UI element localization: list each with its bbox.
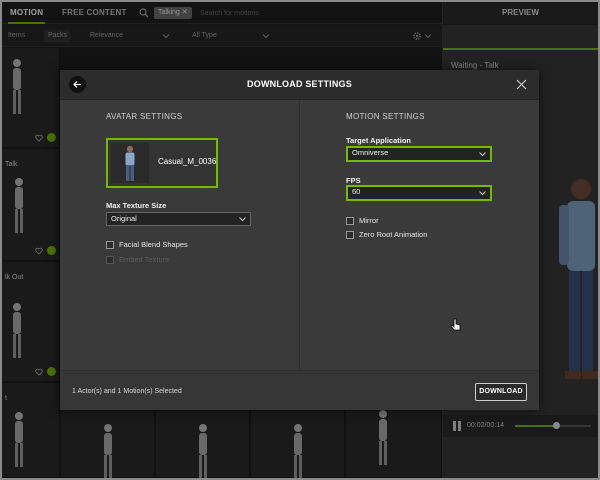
avatar-settings-title: AVATAR SETTINGS <box>106 112 183 121</box>
target-application-label: Target Application <box>346 136 412 145</box>
fps-select[interactable]: 60 <box>346 185 492 201</box>
section-divider <box>299 100 300 370</box>
chevron-down-icon <box>479 152 486 157</box>
fps-value: 60 <box>352 187 361 196</box>
facial-blend-shapes-label: Facial Blend Shapes <box>119 240 188 249</box>
facial-blend-shapes-checkbox[interactable] <box>106 241 114 249</box>
app-window: MOTION FREE CONTENT Talking ✕ PREVIEW It… <box>0 0 600 480</box>
dialog-footer: 1 Actor(s) and 1 Motion(s) Selected DOWN… <box>60 370 539 410</box>
zero-root-animation-label: Zero Root Animation <box>359 230 428 239</box>
avatar-thumbnail <box>111 143 149 183</box>
avatar-name: Casual_M_0036 <box>158 157 217 166</box>
zero-root-animation-checkbox[interactable] <box>346 231 354 239</box>
download-button[interactable]: DOWNLOAD <box>475 383 527 401</box>
embed-texture-option: Embed Texture <box>106 255 246 265</box>
avatar-card[interactable]: Casual_M_0036 <box>106 138 218 188</box>
target-application-select[interactable]: Omniverse <box>346 146 492 162</box>
max-texture-select[interactable]: Original <box>106 212 251 226</box>
chevron-down-icon <box>239 217 246 222</box>
mirror-option[interactable]: Mirror <box>346 216 466 226</box>
embed-texture-checkbox <box>106 256 114 264</box>
max-texture-label: Max Texture Size <box>106 201 167 210</box>
selection-status: 1 Actor(s) and 1 Motion(s) Selected <box>72 388 182 395</box>
dialog-title: DOWNLOAD SETTINGS <box>247 79 352 89</box>
chevron-down-icon <box>479 191 486 196</box>
motion-settings-title: MOTION SETTINGS <box>346 112 425 121</box>
dialog-header: DOWNLOAD SETTINGS <box>60 70 539 100</box>
mirror-label: Mirror <box>359 216 379 225</box>
zero-root-animation-option[interactable]: Zero Root Animation <box>346 230 466 240</box>
close-icon[interactable] <box>516 79 527 90</box>
target-application-value: Omniverse <box>352 148 389 157</box>
facial-blend-shapes-option[interactable]: Facial Blend Shapes <box>106 240 246 250</box>
mirror-checkbox[interactable] <box>346 217 354 225</box>
embed-texture-label: Embed Texture <box>119 255 170 264</box>
fps-label: FPS <box>346 176 361 185</box>
download-settings-dialog: DOWNLOAD SETTINGS AVATAR SETTINGS Casual… <box>60 70 539 410</box>
avatar-figure <box>125 145 135 181</box>
max-texture-value: Original <box>111 214 137 223</box>
hand-cursor-icon <box>450 318 461 331</box>
